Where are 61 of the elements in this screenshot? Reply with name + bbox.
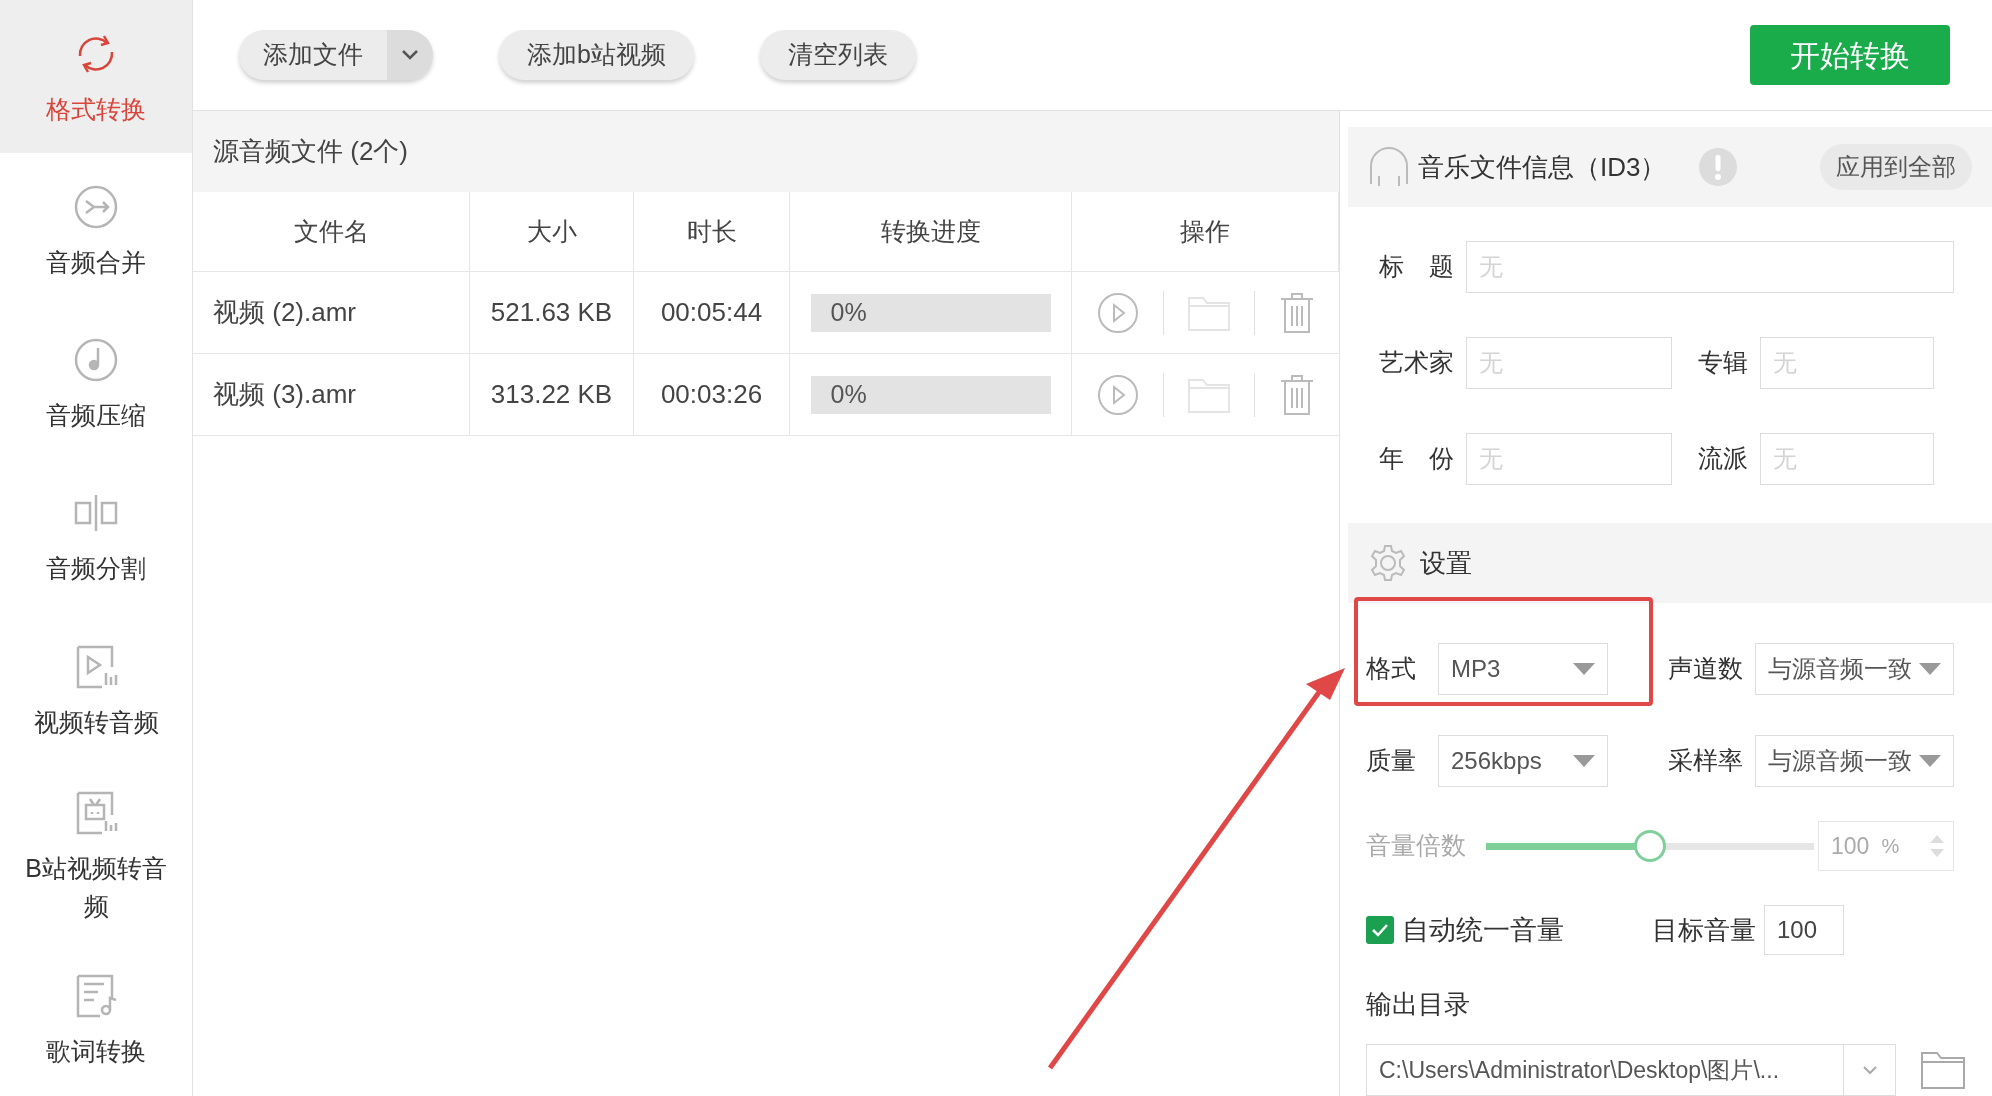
dropdown-select[interactable]: 与源音频一致 — [1755, 735, 1954, 787]
column-header: 操作 — [1072, 192, 1339, 271]
progress-text: 0% — [829, 378, 867, 410]
caret-icon — [1573, 755, 1595, 767]
sidebar-item[interactable]: 格式转换 — [0, 0, 192, 154]
sidebar-item[interactable]: 歌词转换 — [0, 942, 192, 1096]
add-file-button[interactable]: 添加文件 — [239, 30, 433, 80]
caret-icon — [1573, 663, 1595, 675]
sidebar-item[interactable]: 音频分割 — [0, 459, 192, 614]
field-label: 艺术家 — [1378, 347, 1455, 379]
sidebar-item[interactable]: 视频转音频 — [0, 613, 192, 767]
dropdown-select[interactable]: 256kbps — [1438, 735, 1608, 787]
caret-icon — [1919, 755, 1941, 767]
column-header: 时长 — [634, 192, 790, 271]
output-path-field[interactable]: C:\Users\Administrator\Desktop\图片\... — [1366, 1044, 1896, 1096]
info-icon[interactable] — [1698, 147, 1739, 187]
target-volume-field[interactable]: 100 — [1764, 905, 1844, 955]
sidebar-item[interactable]: 音频压缩 — [0, 306, 192, 460]
headphones-icon — [1368, 146, 1410, 188]
file-list-title: 源音频文件 (2个) — [213, 135, 408, 168]
select-label: 质量 — [1366, 745, 1417, 777]
duration-cell: 00:05:44 — [634, 272, 790, 353]
sidebar-item[interactable]: B站视频转音频 — [0, 766, 192, 943]
select-label: 声道数 — [1667, 653, 1745, 685]
select-label: 采样率 — [1667, 745, 1745, 777]
check-icon — [1371, 923, 1389, 937]
target-volume-label: 目标音量 — [1652, 913, 1756, 947]
auto-volume-label: 自动统一音量 — [1402, 913, 1565, 947]
apply-to-all-button[interactable]: 应用到全部 — [1820, 144, 1972, 190]
toolbar-button[interactable]: 添加b站视频 — [499, 30, 694, 80]
column-header: 转换进度 — [790, 192, 1072, 271]
field-label: 流派 — [1697, 443, 1749, 475]
progress-text: 0% — [829, 296, 867, 328]
folder-icon[interactable] — [1920, 1050, 1966, 1090]
chevron-down-icon — [1861, 1065, 1878, 1075]
caret-icon — [1919, 663, 1941, 675]
volume-slider[interactable] — [1486, 829, 1814, 863]
settings-title: 设置 — [1420, 546, 1472, 580]
duration-cell: 00:03:26 — [634, 354, 790, 435]
size-cell: 313.22 KB — [470, 354, 634, 435]
output-dir-label: 输出目录 — [1365, 988, 1471, 1021]
id3-title: 音乐文件信息（ID3） — [1418, 150, 1667, 184]
field-label: 年 份 — [1378, 443, 1455, 475]
file-name-cell: 视频 (3).amr — [193, 354, 470, 435]
dropdown-select[interactable]: MP3 — [1438, 643, 1608, 695]
play-icon[interactable] — [1095, 290, 1140, 335]
toolbar-button[interactable]: 清空列表 — [759, 30, 916, 80]
checkbox[interactable] — [1366, 916, 1394, 944]
column-header: 大小 — [470, 192, 634, 271]
file-name-cell: 视频 (2).amr — [193, 272, 470, 353]
size-cell: 521.63 KB — [470, 272, 634, 353]
sidebar-item[interactable]: 音频合并 — [0, 153, 192, 307]
field-label: 专辑 — [1697, 347, 1749, 379]
column-header: 文件名 — [193, 192, 470, 271]
play-icon[interactable] — [1095, 372, 1140, 417]
chevron-down-icon — [401, 49, 419, 61]
field-label: 标 题 — [1378, 251, 1455, 283]
dropdown-select[interactable]: 与源音频一致 — [1755, 643, 1954, 695]
gear-icon[interactable] — [1368, 543, 1408, 583]
select-label: 格式 — [1366, 653, 1417, 685]
volume-label: 音量倍数 — [1366, 830, 1467, 862]
